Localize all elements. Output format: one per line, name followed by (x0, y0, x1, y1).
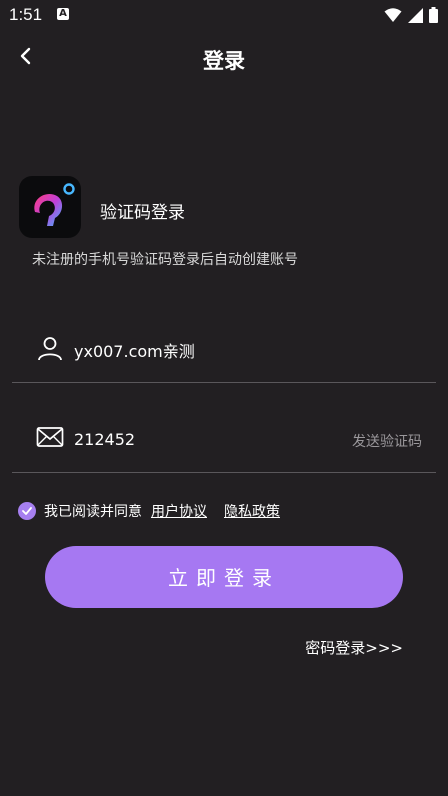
app-logo-mark (34, 183, 75, 226)
phone-divider (12, 382, 436, 383)
status-icons (384, 7, 438, 23)
page-title: 登录 (203, 49, 245, 73)
notification-app-icon: A (57, 8, 69, 20)
verification-code-input[interactable] (74, 427, 334, 451)
login-subtitle: 未注册的手机号验证码登录后自动创建账号 (32, 252, 298, 268)
password-login-link[interactable]: 密码登录>>> (305, 637, 403, 658)
user-agreement-link[interactable]: 用户协议 (151, 501, 207, 521)
login-method-heading: 验证码登录 (100, 203, 185, 223)
agreement-checkbox[interactable] (18, 502, 36, 520)
status-bar: 1:51 A (0, 0, 448, 32)
phone-field-row (12, 322, 436, 382)
battery-icon (429, 7, 438, 23)
login-button[interactable]: 立即登录 (45, 546, 403, 608)
code-divider (12, 472, 436, 473)
login-screen: 1:51 A 登录 验证码登录 未注册的手机号验证码登录后自动创建账号 yx00… (0, 0, 448, 796)
mail-icon (36, 427, 64, 447)
status-time: 1:51 (9, 5, 43, 24)
check-icon (22, 507, 32, 515)
code-field-row: 发送验证码 (12, 411, 436, 471)
cellular-signal-icon (408, 7, 423, 23)
agreement-row: 我已阅读并同意 用户协议 隐私政策 (18, 500, 280, 522)
send-code-button[interactable]: 发送验证码 (352, 431, 422, 451)
phone-input[interactable] (74, 338, 334, 362)
wifi-icon (384, 8, 402, 22)
privacy-policy-link[interactable]: 隐私政策 (224, 501, 280, 521)
app-logo (19, 176, 81, 238)
agreement-text: 我已阅读并同意 (44, 504, 142, 520)
user-icon (38, 337, 62, 361)
